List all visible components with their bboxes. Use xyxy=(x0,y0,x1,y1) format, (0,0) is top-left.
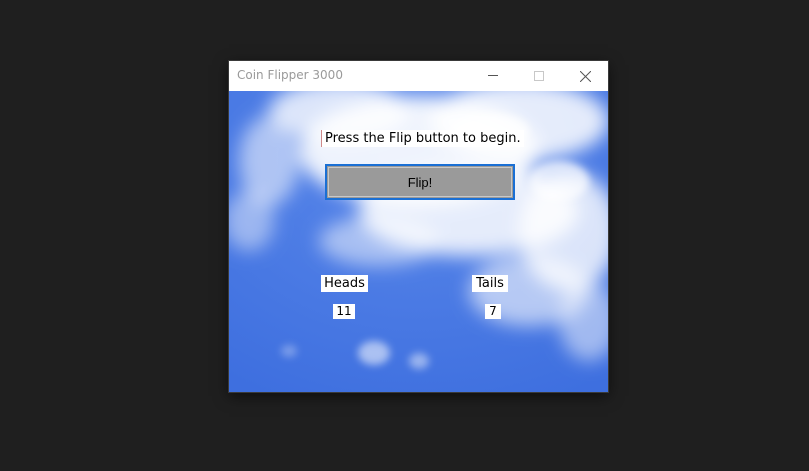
flip-button[interactable]: Flip! xyxy=(325,164,515,200)
flip-button-label: Flip! xyxy=(328,167,512,197)
tails-count: 7 xyxy=(485,304,501,319)
window-content: Press the Flip button to begin. Flip! He… xyxy=(229,91,608,392)
heads-count: 11 xyxy=(333,304,355,319)
status-message: Press the Flip button to begin. xyxy=(321,130,524,147)
heads-label: Heads xyxy=(321,275,368,292)
window-title: Coin Flipper 3000 xyxy=(237,68,343,82)
maximize-button[interactable] xyxy=(516,61,562,91)
close-button[interactable] xyxy=(562,61,608,91)
maximize-icon xyxy=(534,71,544,81)
minimize-button[interactable] xyxy=(470,61,516,91)
close-icon xyxy=(580,71,591,82)
title-bar[interactable]: Coin Flipper 3000 xyxy=(229,61,608,91)
minimize-icon xyxy=(488,75,498,76)
app-window: Coin Flipper 3000 Press the Flip button … xyxy=(229,61,608,392)
tails-label: Tails xyxy=(472,275,508,292)
